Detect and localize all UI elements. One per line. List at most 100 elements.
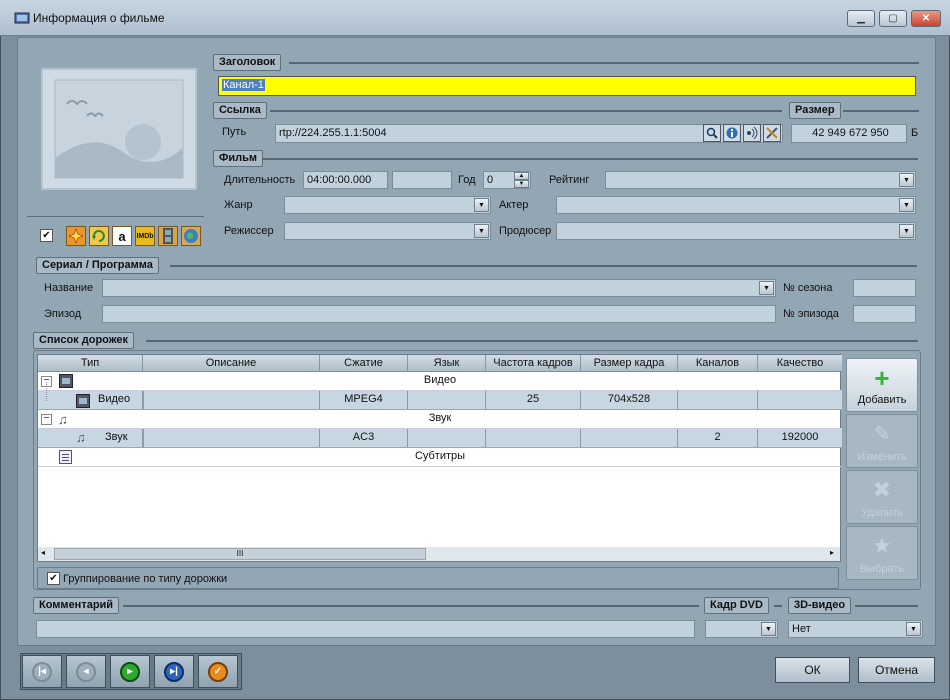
section-rule [170, 265, 917, 267]
actor-select[interactable] [556, 196, 916, 214]
year-down-button[interactable]: ▼ [514, 180, 529, 188]
genre-dropdown-icon[interactable]: ▼ [474, 198, 489, 212]
stream-icon[interactable] [743, 124, 761, 142]
scroll-left-icon[interactable]: ◂ [41, 548, 45, 557]
apply-button[interactable]: ✓ [198, 655, 238, 688]
episode-number-label: № эпизода [783, 308, 839, 320]
last-record-button[interactable]: ▸| [154, 655, 194, 688]
column-header-channels[interactable]: Каналов [678, 355, 758, 372]
add-track-button[interactable]: + Добавить [846, 358, 918, 412]
delete-track-button[interactable]: ✖ Удалить [846, 470, 918, 524]
ok-button[interactable]: ОК [775, 657, 850, 683]
film-icon[interactable] [158, 226, 178, 246]
search-icon[interactable] [703, 124, 721, 142]
title-input[interactable]: Канал-1 [218, 76, 916, 96]
prev-icon: ◂ [76, 661, 96, 682]
refresh-icon[interactable] [89, 226, 109, 246]
cancel-button[interactable]: Отмена [858, 657, 935, 683]
cell-description [143, 429, 320, 447]
tools-icon[interactable] [763, 124, 781, 142]
edit-track-button[interactable]: ✎ Изменить [846, 414, 918, 468]
year-label: Год [458, 174, 476, 186]
cell-type: Видео [98, 391, 143, 409]
column-header-type[interactable]: Тип [38, 355, 143, 372]
column-header-codec[interactable]: Сжатие [320, 355, 408, 372]
3d-video-section-label: 3D-видео [788, 597, 852, 614]
group-row-video[interactable]: − Видео [38, 372, 842, 391]
amazon-icon[interactable]: a [112, 226, 132, 246]
horizontal-scrollbar[interactable]: ◂ III ▸ [38, 547, 840, 561]
sparkle-icon[interactable] [66, 226, 86, 246]
poster-image[interactable] [41, 68, 197, 190]
scroll-thumb[interactable]: III [54, 548, 426, 560]
section-rule [270, 110, 782, 112]
season-input[interactable] [853, 279, 916, 297]
minimize-button[interactable]: ▁ [847, 10, 875, 27]
season-label: № сезона [783, 282, 833, 294]
group-row-audio[interactable]: − ♫ Звук [38, 410, 842, 429]
globe-icon[interactable] [181, 226, 201, 246]
scroll-right-icon[interactable]: ▸ [830, 548, 834, 557]
column-header-frame-size[interactable]: Размер кадра [581, 355, 678, 372]
cell-fps [486, 429, 581, 447]
column-header-language[interactable]: Язык [408, 355, 486, 372]
first-record-button[interactable]: |◂ [22, 655, 62, 688]
group-by-label: Группирование по типу дорожки [63, 573, 228, 585]
director-dropdown-icon[interactable]: ▼ [474, 224, 489, 238]
film-icon [76, 394, 90, 408]
star-icon: ★ [872, 533, 892, 558]
producer-select[interactable] [556, 222, 916, 240]
cell-description [143, 391, 320, 409]
cell-language [408, 391, 486, 409]
group-by-checkbox[interactable]: ✔ [47, 572, 60, 585]
series-name-select[interactable] [102, 279, 776, 297]
maximize-button[interactable]: ▢ [879, 10, 907, 27]
column-header-description[interactable]: Описание [143, 355, 320, 372]
music-note-icon: ♫ [76, 430, 86, 445]
dvd-frame-dropdown-icon[interactable]: ▼ [761, 622, 776, 636]
producer-dropdown-icon[interactable]: ▼ [899, 224, 914, 238]
header-section-label: Заголовок [213, 54, 282, 71]
edit-icon: ✎ [873, 423, 891, 445]
next-icon: ▸ [120, 661, 140, 682]
app-icon [14, 11, 30, 25]
3d-video-select[interactable]: Нет [788, 620, 923, 638]
duration-input[interactable]: 04:00:00.000 [303, 171, 388, 189]
cell-fps: 25 [486, 391, 581, 409]
cell-channels [678, 391, 758, 409]
column-header-quality[interactable]: Качество [758, 355, 842, 372]
window-title: Информация о фильме [33, 11, 165, 25]
rating-dropdown-icon[interactable]: ▼ [899, 173, 914, 187]
producer-label: Продюсер [499, 225, 552, 237]
genre-select[interactable] [284, 196, 491, 214]
table-row-audio[interactable]: ♫ Звук AC3 2 192000 [38, 429, 842, 448]
section-rule [855, 605, 918, 607]
group-label-subtitles: Субтитры [414, 450, 466, 462]
cell-channels: 2 [678, 429, 758, 447]
series-name-dropdown-icon[interactable]: ▼ [759, 281, 774, 295]
episode-number-input[interactable] [853, 305, 916, 323]
group-label-video: Видео [423, 374, 457, 386]
comment-input[interactable] [36, 620, 695, 638]
next-record-button[interactable]: ▸ [110, 655, 150, 688]
select-track-button[interactable]: ★ Выбрать [846, 526, 918, 580]
actor-dropdown-icon[interactable]: ▼ [899, 198, 914, 212]
imdb-icon[interactable]: IMDb [135, 226, 155, 246]
column-header-fps[interactable]: Частота кадров [486, 355, 581, 372]
actor-label: Актер [499, 199, 529, 211]
sources-checkbox[interactable]: ✔ [40, 229, 53, 242]
close-button[interactable]: ✕ [911, 10, 941, 27]
cell-quality [758, 391, 842, 409]
3d-video-dropdown-icon[interactable]: ▼ [906, 622, 921, 636]
director-select[interactable] [284, 222, 491, 240]
close-icon: ✕ [921, 13, 931, 24]
info-icon[interactable] [723, 124, 741, 142]
table-row-video[interactable]: Видео MPEG4 25 704x528 [38, 382, 842, 410]
section-rule [843, 110, 919, 112]
duration-extra-input[interactable] [392, 171, 452, 189]
year-up-button[interactable]: ▲ [514, 172, 529, 180]
rating-select[interactable] [605, 171, 916, 189]
previous-record-button[interactable]: ◂ [66, 655, 106, 688]
episode-input[interactable] [102, 305, 776, 323]
group-row-subtitles[interactable]: Субтитры [38, 448, 842, 467]
